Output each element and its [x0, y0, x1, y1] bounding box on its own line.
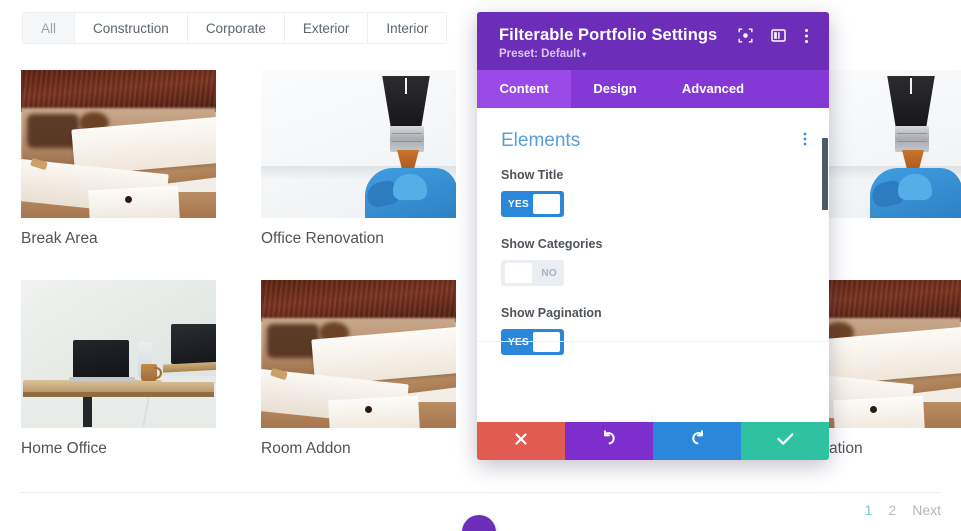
portfolio-thumbnail[interactable]: [21, 280, 216, 428]
undo-arrow-icon: [601, 430, 618, 452]
section-divider: [477, 341, 829, 342]
preset-label: Preset: Default: [499, 48, 581, 60]
redo-arrow-icon: [689, 430, 706, 452]
show-categories-toggle[interactable]: NO: [501, 260, 564, 286]
toggle-knob: [505, 263, 532, 283]
modal-footer: [477, 422, 829, 460]
page-number-2[interactable]: 2: [888, 502, 896, 518]
filter-item-construction[interactable]: Construction: [75, 13, 188, 43]
tab-content[interactable]: Content: [477, 70, 571, 108]
field-show-title: Show Title YES: [501, 168, 807, 217]
filter-item-all[interactable]: All: [23, 13, 76, 43]
portfolio-item[interactable]: Home Office: [21, 280, 216, 459]
paintbrush-photo: [261, 70, 456, 218]
field-show-categories: Show Categories NO: [501, 237, 807, 286]
close-icon: [514, 432, 528, 451]
section-header-elements: Elements: [501, 130, 807, 152]
lumber-photo: [21, 70, 216, 218]
modal-header: Filterable Portfolio Settings Preset: De…: [477, 12, 829, 70]
portfolio-item-title: Room Addon: [261, 440, 351, 457]
paintbrush-photo: [829, 70, 961, 218]
toggle-knob: [533, 332, 560, 352]
filter-item-interior[interactable]: Interior: [368, 13, 447, 43]
section-title: Elements: [501, 130, 581, 151]
portfolio-item-title: Office Renovation: [261, 230, 384, 247]
portfolio-item-title: Home Office: [21, 440, 107, 457]
toggle-value: YES: [508, 336, 529, 348]
content-divider: [20, 492, 941, 493]
tab-advanced[interactable]: Advanced: [659, 70, 767, 108]
portfolio-item[interactable]: Break Area: [21, 70, 216, 249]
lumber-photo: [261, 280, 456, 428]
portfolio-item-title: Break Area: [21, 230, 98, 247]
field-label: Show Pagination: [501, 306, 602, 320]
portfolio-item[interactable]: [829, 70, 961, 229]
field-label: Show Title: [501, 168, 564, 182]
lumber-photo: [829, 280, 961, 428]
chevron-down-icon: ▾: [582, 50, 587, 59]
modal-scrollbar[interactable]: [822, 108, 829, 422]
field-show-pagination: Show Pagination YES: [501, 306, 807, 355]
module-settings-modal: Filterable Portfolio Settings Preset: De…: [477, 12, 829, 460]
focus-target-icon[interactable]: [738, 28, 753, 43]
modal-body: Elements Show Title YES Show Categories …: [477, 108, 829, 422]
modal-tab-bar: Content Design Advanced: [477, 70, 829, 108]
portfolio-filter-bar: All Construction Corporate Exterior Inte…: [22, 12, 448, 44]
show-title-toggle[interactable]: YES: [501, 191, 564, 217]
portfolio-item[interactable]: ation: [829, 280, 961, 459]
portfolio-item[interactable]: Room Addon: [261, 280, 456, 459]
builder-fab-button[interactable]: [462, 515, 496, 531]
modal-scrollbar-thumb[interactable]: [822, 138, 828, 210]
redo-button[interactable]: [653, 422, 741, 460]
field-label: Show Categories: [501, 237, 603, 251]
toggle-value: NO: [541, 267, 557, 279]
page-next-link[interactable]: Next: [912, 502, 941, 518]
preset-selector[interactable]: Preset: Default ▾: [499, 48, 811, 60]
portfolio-thumbnail[interactable]: [261, 280, 456, 428]
discard-button[interactable]: [477, 422, 565, 460]
screen: All Construction Corporate Exterior Inte…: [0, 0, 961, 531]
home-office-photo: [21, 280, 216, 428]
layout-panel-icon[interactable]: [771, 28, 786, 43]
filter-item-exterior[interactable]: Exterior: [284, 13, 369, 43]
pagination: 1 2 Next: [865, 502, 941, 518]
save-button[interactable]: [741, 422, 829, 460]
toggle-knob: [533, 194, 560, 214]
page-number-1[interactable]: 1: [865, 502, 873, 518]
filter-item-corporate[interactable]: Corporate: [187, 13, 285, 43]
portfolio-thumbnail[interactable]: [261, 70, 456, 218]
toggle-value: YES: [508, 198, 529, 210]
more-options-icon[interactable]: [804, 28, 809, 44]
undo-button[interactable]: [565, 422, 653, 460]
show-pagination-toggle[interactable]: YES: [501, 329, 564, 355]
portfolio-thumbnail[interactable]: [21, 70, 216, 218]
tab-design[interactable]: Design: [571, 70, 659, 108]
portfolio-item-title: ation: [829, 440, 863, 457]
modal-title: Filterable Portfolio Settings: [499, 26, 718, 44]
portfolio-thumbnail[interactable]: [829, 280, 961, 428]
check-icon: [776, 432, 794, 451]
portfolio-item[interactable]: Office Renovation: [261, 70, 456, 249]
section-more-options-icon[interactable]: [803, 132, 807, 151]
portfolio-thumbnail[interactable]: [829, 70, 961, 218]
